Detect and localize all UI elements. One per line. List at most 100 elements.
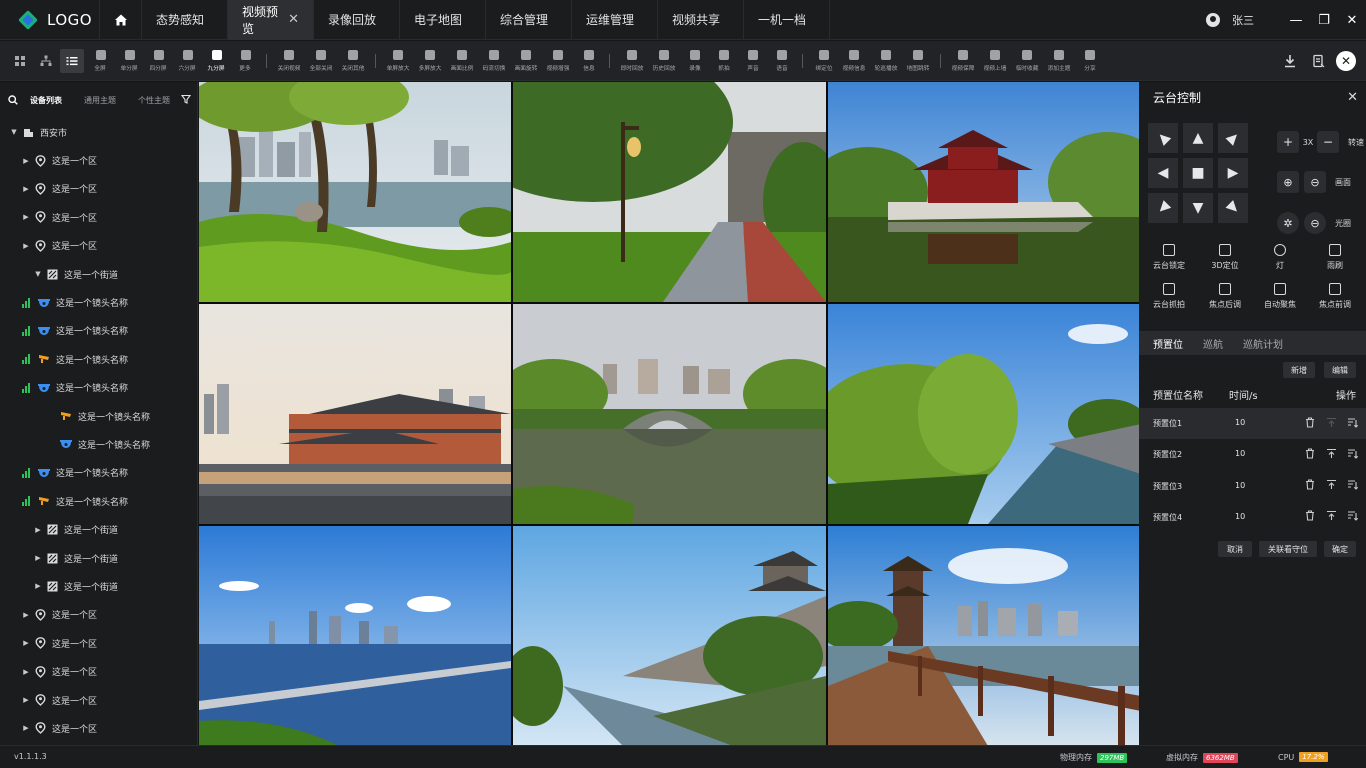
ptz-up-right-button[interactable]: ▲ xyxy=(1218,123,1248,153)
caret-right-icon[interactable]: ▶ xyxy=(20,696,32,704)
caret-right-icon[interactable]: ▶ xyxy=(20,242,32,250)
camera-item[interactable]: 这是一个镜头名称 xyxy=(0,487,197,515)
delete-icon[interactable] xyxy=(1304,447,1316,459)
caret-right-icon[interactable]: ▶ xyxy=(32,554,44,562)
confirm-button[interactable]: 确定 xyxy=(1324,541,1356,557)
tree-node-street[interactable]: ▶ 这是一个街道 xyxy=(0,544,197,572)
ptz-down-right-button[interactable]: ▲ xyxy=(1218,193,1248,223)
toolbar-button[interactable]: 六分屏 xyxy=(173,41,202,81)
camera-item[interactable]: 这是一个镜头名称 xyxy=(0,459,197,487)
zoom-out-button[interactable]: ⊖ xyxy=(1304,171,1326,193)
minimize-button[interactable]: — xyxy=(1282,0,1310,40)
camera-item[interactable]: 这是一个镜头名称 xyxy=(0,345,197,373)
tab-video-preview[interactable]: 视频预览 ✕ xyxy=(228,0,314,40)
toolbar-button[interactable]: 抓拍 xyxy=(709,41,738,81)
move-top-icon[interactable] xyxy=(1325,479,1337,491)
toolbar-button[interactable]: 地图跳转 xyxy=(902,41,934,81)
toolbar-button[interactable]: 四分屏 xyxy=(144,41,173,81)
3d-position-button[interactable]: 3D定位 xyxy=(1202,244,1248,271)
iris-close-button[interactable]: ⊖ xyxy=(1304,212,1326,234)
tab-archive[interactable]: 一机一档 xyxy=(744,0,830,40)
video-cell-2[interactable] xyxy=(513,82,826,302)
tab-map[interactable]: 电子地图 xyxy=(400,0,486,40)
ptz-left-button[interactable]: ◀ xyxy=(1148,158,1178,188)
toolbar-button[interactable]: 多屏放大 xyxy=(414,41,446,81)
tree-node-district[interactable]: ▶ 这是一个区 xyxy=(0,175,197,203)
download-button[interactable] xyxy=(1278,49,1302,73)
caret-right-icon[interactable]: ▶ xyxy=(32,526,44,534)
toolbar-button[interactable]: 分享 xyxy=(1075,41,1104,81)
tree-node-district[interactable]: ▶ 这是一个区 xyxy=(0,146,197,174)
tree-node-district[interactable]: ▶ 这是一个区 xyxy=(0,629,197,657)
settings-button[interactable]: ✕ xyxy=(1336,51,1356,71)
camera-item[interactable]: 这是一个镜头名称 xyxy=(0,288,197,316)
video-cell-5[interactable] xyxy=(513,304,826,524)
toolbar-button[interactable]: 轮巡播放 xyxy=(870,41,902,81)
delete-icon[interactable] xyxy=(1304,510,1316,522)
tab-device-list[interactable]: 设备列表 xyxy=(30,95,62,106)
focus-forward-button[interactable]: 焦点前调 xyxy=(1312,283,1358,310)
caret-right-icon[interactable]: ▶ xyxy=(20,185,32,193)
toolbar-button[interactable]: 声音 xyxy=(738,41,767,81)
video-cell-4[interactable] xyxy=(199,304,511,524)
caret-right-icon[interactable]: ▶ xyxy=(20,213,32,221)
tree-node-street[interactable]: ▼ 这是一个街道 xyxy=(0,260,197,288)
video-cell-9[interactable] xyxy=(828,526,1141,746)
light-button[interactable]: 灯 xyxy=(1257,244,1303,271)
tab-playback[interactable]: 录像回放 xyxy=(314,0,400,40)
move-top-icon[interactable] xyxy=(1325,447,1337,459)
caret-right-icon[interactable]: ▶ xyxy=(20,639,32,647)
toolbar-button[interactable]: 即时回放 xyxy=(616,41,648,81)
toolbar-button[interactable]: 码流切换 xyxy=(478,41,510,81)
toolbar-button[interactable]: 信息 xyxy=(574,41,603,81)
tree-node-district[interactable]: ▶ 这是一个区 xyxy=(0,232,197,260)
video-cell-1[interactable] xyxy=(199,82,511,302)
tab-personal-topic[interactable]: 个性主题 xyxy=(138,95,170,106)
search-icon[interactable] xyxy=(8,95,18,105)
tab-ops[interactable]: 运维管理 xyxy=(572,0,658,40)
tab-situation[interactable]: 态势感知 xyxy=(142,0,228,40)
caret-right-icon[interactable]: ▶ xyxy=(20,157,32,165)
zoom-in-button[interactable]: ⊕ xyxy=(1277,171,1299,193)
tree-node-district[interactable]: ▶ 这是一个区 xyxy=(0,686,197,714)
toolbar-button[interactable]: 添加主题 xyxy=(1043,41,1075,81)
auto-focus-button[interactable]: 自动聚焦 xyxy=(1257,283,1303,310)
tree-node-city[interactable]: ▼ 西安市 xyxy=(0,118,197,146)
preset-row[interactable]: 预置位4 10 xyxy=(1139,502,1366,533)
tab-management[interactable]: 综合管理 xyxy=(486,0,572,40)
caret-right-icon[interactable]: ▶ xyxy=(32,582,44,590)
caret-down-icon[interactable]: ▼ xyxy=(32,270,44,278)
toolbar-button[interactable]: 全部关闭 xyxy=(305,41,337,81)
toolbar-button[interactable]: 录像 xyxy=(680,41,709,81)
camera-item[interactable]: 这是一个镜头名称 xyxy=(0,402,197,430)
delete-icon[interactable] xyxy=(1304,416,1316,428)
toolbar-button[interactable]: 更多 xyxy=(231,41,260,81)
tab-cruise[interactable]: 巡航 xyxy=(1203,336,1223,351)
preset-row[interactable]: 预置位2 10 xyxy=(1139,439,1366,470)
toolbar-button[interactable]: 视频保障 xyxy=(947,41,979,81)
ptz-up-button[interactable]: ▲ xyxy=(1183,123,1213,153)
sort-down-icon[interactable] xyxy=(1346,479,1358,491)
grid-view-button[interactable] xyxy=(8,49,32,73)
caret-down-icon[interactable]: ▼ xyxy=(8,128,20,136)
add-preset-button[interactable]: 新增 xyxy=(1283,362,1315,378)
tree-node-district[interactable]: ▶ 这是一个区 xyxy=(0,657,197,685)
close-tab-icon[interactable]: ✕ xyxy=(288,12,299,27)
tab-share[interactable]: 视频共享 xyxy=(658,0,744,40)
tab-presets[interactable]: 预置位 xyxy=(1153,336,1183,351)
camera-item[interactable]: 这是一个镜头名称 xyxy=(0,374,197,402)
close-panel-icon[interactable]: ✕ xyxy=(1347,90,1358,105)
preset-row[interactable]: 预置位1 10 xyxy=(1139,408,1366,439)
user-menu[interactable]: 张三 xyxy=(1206,12,1254,28)
move-top-icon[interactable] xyxy=(1325,510,1337,522)
tab-common-topic[interactable]: 通用主题 xyxy=(84,95,116,106)
tree-node-street[interactable]: ▶ 这是一个街道 xyxy=(0,572,197,600)
link-guard-button[interactable]: 关联看守位 xyxy=(1259,541,1317,557)
wiper-button[interactable]: 雨刷 xyxy=(1312,244,1358,271)
video-cell-6[interactable] xyxy=(828,304,1141,524)
ptz-right-button[interactable]: ▶ xyxy=(1218,158,1248,188)
focus-back-button[interactable]: 焦点后调 xyxy=(1202,283,1248,310)
camera-item[interactable]: 这是一个镜头名称 xyxy=(0,317,197,345)
edit-preset-button[interactable]: 编辑 xyxy=(1324,362,1356,378)
toolbar-button[interactable]: 绑定位 xyxy=(809,41,838,81)
